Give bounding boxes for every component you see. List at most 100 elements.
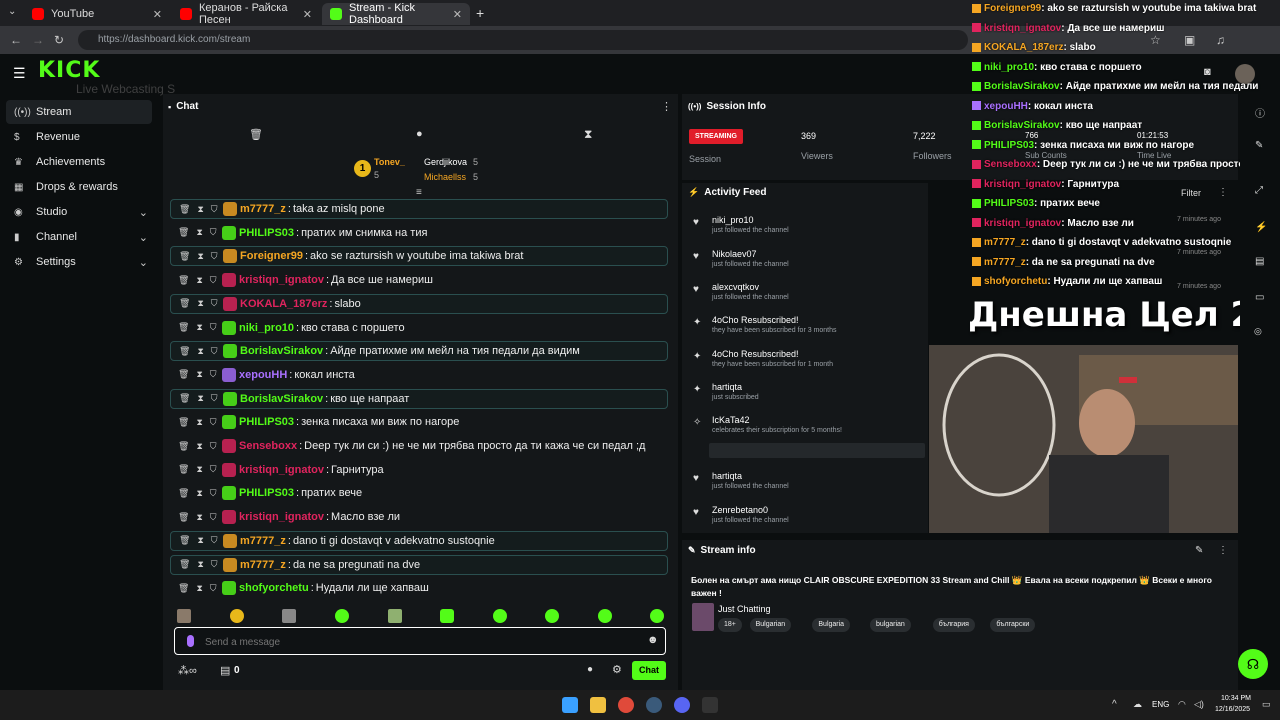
shield-icon[interactable]: ⛉ [210, 488, 217, 499]
shield-icon[interactable]: ⛉ [210, 227, 217, 238]
chat-message[interactable]: 🗑 ⧗ ⛉ m7777_z: taka az mislq pone [170, 199, 668, 219]
taskbar-date[interactable]: 12/16/2025 [1215, 706, 1250, 713]
shield-icon[interactable]: ⛉ [210, 441, 217, 452]
viewers-icon[interactable]: ⁂∞ [178, 664, 197, 677]
chat-message[interactable]: 🗑 ⧗ ⛉ PHILIPS03: пратих им снимка на тия [170, 223, 668, 243]
hourglass-icon[interactable]: ⧗ [196, 441, 202, 452]
sidebar-item-settings[interactable]: ⚙ Settings ⌄ [6, 250, 152, 274]
tab-youtube[interactable]: YouTube ✕ [24, 3, 170, 25]
support-button[interactable]: ☊ [1238, 649, 1268, 679]
steam-icon[interactable] [646, 697, 662, 713]
chat-username[interactable]: niki_pro10 [239, 322, 294, 334]
new-tab-icon[interactable]: + [476, 5, 484, 21]
chat-username[interactable]: BorislavSirakov [240, 393, 323, 405]
hourglass-icon[interactable]: ⧗ [196, 369, 202, 380]
pen-icon[interactable]: ✎ [1255, 140, 1263, 151]
shield-icon[interactable]: ⛉ [210, 275, 217, 286]
stream-tag[interactable]: 18+ [718, 618, 742, 632]
tab-kick-dashboard[interactable]: Stream - Kick Dashboard ✕ [322, 2, 470, 26]
activity-item[interactable]: ♥ niki_pro10 just followed the channel [690, 215, 925, 243]
chat-username[interactable]: shofyorchetu [239, 582, 309, 594]
chat-message[interactable]: 🗑 ⧗ ⛉ niki_pro10: кво става с поршето [170, 318, 668, 338]
hourglass-icon[interactable]: ⧗ [197, 535, 203, 546]
sidebar-item-stream[interactable]: ((•)) Stream [6, 100, 152, 124]
hourglass-icon[interactable]: ⧗ [196, 417, 202, 428]
emote-icon[interactable] [440, 609, 454, 623]
file-explorer-icon[interactable] [590, 697, 606, 713]
emote-icon[interactable] [650, 609, 664, 623]
hourglass-icon[interactable]: ⧗ [197, 204, 203, 215]
stream-tag[interactable]: български [990, 618, 1036, 632]
shield-icon[interactable]: ⛉ [210, 512, 217, 523]
close-icon[interactable]: ✕ [303, 8, 312, 21]
chevron-up-icon[interactable]: ^ [1112, 699, 1117, 710]
taskbar-time[interactable]: 10:34 PM [1221, 695, 1251, 702]
tab-list-icon[interactable]: ⌄ [8, 6, 16, 17]
drag-handle-icon[interactable]: ≡ [416, 187, 422, 198]
back-icon[interactable]: ← [10, 33, 22, 47]
emote-icon[interactable] [598, 609, 612, 623]
chat-message[interactable]: 🗑 ⧗ ⛉ BorislavSirakov: кво ще напраат [170, 388, 668, 409]
chat-menu-icon[interactable]: ⋮ [661, 100, 672, 113]
stream-tag[interactable]: Bulgarian [749, 618, 792, 632]
activity-item[interactable]: ✦ 4oCho Resubscribed! they have been subsc… [690, 315, 925, 343]
shield-icon[interactable]: ⛉ [211, 393, 218, 404]
sidebar-item-achievements[interactable]: ♛ Achievements [6, 150, 152, 174]
trash-icon[interactable]: 🗑 [179, 559, 190, 570]
chat-input-box[interactable]: ☻ [174, 627, 666, 655]
sidebar-item-drops[interactable]: ▦ Drops & rewards [6, 175, 152, 199]
emote-icon[interactable] [493, 609, 507, 623]
media-icon[interactable]: ♫ [1216, 33, 1225, 47]
chat-message[interactable]: 🗑 ⧗ ⛉ kristiqn_ignatov: Гарнитура [170, 460, 668, 480]
trash-icon[interactable]: 🗑 [179, 535, 190, 546]
hourglass-icon[interactable]: ⧗ [197, 559, 203, 570]
shield-icon[interactable]: ⛉ [210, 583, 217, 594]
sidebar-item-studio[interactable]: ◉ Studio ⌄ [6, 200, 152, 224]
activity-menu-icon[interactable]: ⋮ [1218, 187, 1228, 198]
chat-bubble-icon[interactable]: ● [587, 664, 593, 675]
stream-tag[interactable]: bulgarian [870, 618, 911, 632]
chat-message[interactable]: 🗑 ⧗ ⛉ kristiqn_ignatov: Масло взе ли [170, 507, 668, 527]
chat-message[interactable]: 🗑 ⧗ ⛉ Senseboxx: Deep тук ли си :) не че ми… [170, 436, 668, 456]
trash-icon[interactable]: 🗑 [178, 417, 189, 428]
shield-icon[interactable]: ⛉ [211, 204, 218, 215]
trash-icon[interactable]: 🗑 [178, 227, 189, 238]
shield-icon[interactable]: ⛉ [211, 298, 218, 309]
trash-icon[interactable]: 🗑 [179, 204, 190, 215]
chat-username[interactable]: kristiqn_ignatov [239, 274, 324, 286]
mic-icon[interactable] [187, 635, 194, 647]
list-icon[interactable]: ▤ [1255, 256, 1264, 267]
shield-icon[interactable]: ⛉ [211, 535, 218, 546]
sidebar-item-channel[interactable]: ▮ Channel ⌄ [6, 225, 152, 249]
trash-icon[interactable]: 🗑 [178, 441, 189, 452]
activity-item[interactable]: ✧ IcKaTa42 celebrates their subscription f… [690, 415, 925, 443]
chat-message[interactable]: 🗑 ⧗ ⛉ BorislavSirakov: Айде пратихме им мей… [170, 341, 668, 362]
trash-icon[interactable]: 🗑 [178, 275, 189, 286]
url-input[interactable]: https://dashboard.kick.com/stream [78, 30, 968, 50]
trash-icon[interactable]: 🗑 [179, 393, 190, 404]
bookmark-icon[interactable]: ☆ [1150, 33, 1161, 47]
terminal-icon[interactable] [702, 697, 718, 713]
tab-song[interactable]: Керанов - Райска Песен ✕ [172, 2, 320, 26]
stream-tag[interactable]: българия [932, 618, 975, 632]
trash-icon[interactable]: 🗑 [178, 583, 189, 594]
edit-icon[interactable]: ✎ [1195, 545, 1203, 556]
shield-icon[interactable]: ⛉ [211, 251, 218, 262]
chat-username[interactable]: m7777_z [240, 203, 286, 215]
chat-username[interactable]: PHILIPS03 [239, 227, 294, 239]
chat-username[interactable]: kristiqn_ignatov [239, 464, 324, 476]
trash-icon[interactable]: 🗑 [249, 128, 263, 141]
trash-icon[interactable]: 🗑 [178, 464, 189, 475]
menu-icon[interactable]: ☰ [13, 65, 26, 82]
hourglass-icon[interactable]: ⧗ [196, 322, 202, 333]
chat-message[interactable]: 🗑 ⧗ ⛉ shofyorchetu: Нудали ли ще хапваш [170, 578, 668, 598]
activity-item[interactable]: ✦ hartiqta just subscribed [690, 382, 925, 410]
shield-icon[interactable]: ⛉ [210, 417, 217, 428]
category-name[interactable]: Just Chatting [718, 604, 771, 614]
chat-username[interactable]: Foreigner99 [240, 250, 303, 262]
activity-item[interactable]: ♥ Zenrebetano0 just followed the channel [690, 505, 925, 533]
hourglass-icon[interactable]: ⧗ [197, 251, 203, 262]
info-icon[interactable]: ⓘ [1255, 105, 1265, 120]
language-indicator[interactable]: ENG [1152, 700, 1169, 709]
gear-icon[interactable]: ⚙ [612, 663, 622, 676]
